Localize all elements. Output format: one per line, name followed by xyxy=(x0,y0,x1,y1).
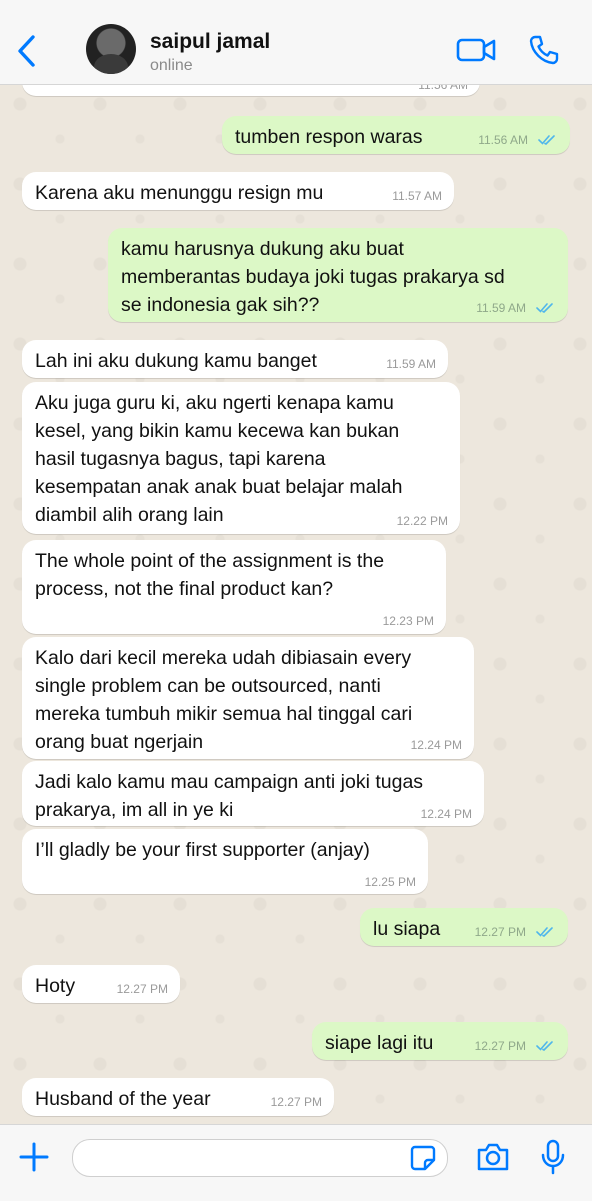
incoming-message-bubble[interactable]: I’ll gladly be your first supporter (anj… xyxy=(22,829,428,894)
camera-icon[interactable] xyxy=(476,1141,510,1173)
message-time: 11.56 AM xyxy=(418,84,468,92)
incoming-message-bubble[interactable]: Kalo dari kecil mereka udah dibiasain ev… xyxy=(22,637,474,759)
incoming-message-bubble[interactable]: Hoty 12.27 PM xyxy=(22,965,180,1003)
message-time: 11.56 AM xyxy=(478,133,528,147)
message-time: 12.27 PM xyxy=(474,925,526,939)
read-receipt-icon xyxy=(536,1041,553,1051)
contact-status: online xyxy=(150,57,193,74)
contact-name[interactable]: saipul jamal xyxy=(150,30,270,54)
read-receipt-icon xyxy=(536,303,553,313)
read-receipt-icon xyxy=(538,135,555,145)
message-list[interactable]: 11.56 AM tumben respon waras 11.56 AM Kare… xyxy=(0,84,592,1124)
message-time: 12.27 PM xyxy=(474,1039,526,1053)
message-text: Karena aku menunggu resign mu xyxy=(35,182,324,204)
read-receipt-icon xyxy=(536,927,553,937)
message-time: 12.25 PM xyxy=(364,875,416,889)
message-input[interactable] xyxy=(85,1140,409,1176)
outgoing-message-bubble[interactable]: lu siapa 12.27 PM xyxy=(360,908,568,946)
message-time: 12.24 PM xyxy=(410,738,462,752)
incoming-message-bubble[interactable]: The whole point of the assignment is the… xyxy=(22,540,446,634)
sticker-icon[interactable] xyxy=(410,1145,436,1171)
message-text: Husband of the year xyxy=(35,1088,211,1110)
message-time: 12.27 PM xyxy=(116,982,168,996)
outgoing-message-bubble[interactable]: kamu harusnya dukung aku buat memberanta… xyxy=(108,228,568,322)
message-time: 12.24 PM xyxy=(420,807,472,821)
attach-plus-icon[interactable] xyxy=(18,1141,50,1173)
message-text: kamu harusnya dukung aku buat memberanta… xyxy=(121,238,505,316)
message-text: The whole point of the assignment is the… xyxy=(35,550,385,600)
message-text: tumben respon waras xyxy=(235,126,423,148)
message-time: 12.27 PM xyxy=(270,1095,322,1109)
message-input-field[interactable] xyxy=(72,1139,448,1177)
composer-bar xyxy=(0,1124,592,1201)
message-text: Hoty xyxy=(35,975,76,997)
incoming-message-bubble[interactable]: Jadi kalo kamu mau campaign anti joki tu… xyxy=(22,761,484,826)
message-time: 12.22 PM xyxy=(396,514,448,528)
message-text: Lah ini aku dukung kamu banget xyxy=(35,350,317,372)
incoming-message-bubble[interactable]: Aku juga guru ki, aku ngerti kenapa kamu… xyxy=(22,382,460,534)
incoming-message-bubble[interactable]: Karena aku menunggu resign mu 11.57 AM xyxy=(22,172,454,210)
message-time: 11.57 AM xyxy=(392,189,442,203)
video-call-icon[interactable] xyxy=(456,36,496,64)
incoming-message-bubble[interactable]: Lah ini aku dukung kamu banget 11.59 AM xyxy=(22,340,448,378)
outgoing-message-bubble[interactable]: tumben respon waras 11.56 AM xyxy=(222,116,570,154)
message-text: lu siapa xyxy=(373,918,441,940)
message-text: Aku juga guru ki, aku ngerti kenapa kamu… xyxy=(35,392,403,526)
message-text: I’ll gladly be your first supporter (anj… xyxy=(35,839,370,861)
chat-header: saipul jamal online xyxy=(0,0,592,85)
partial-message-bubble[interactable]: 11.56 AM xyxy=(22,84,480,96)
message-text: Jadi kalo kamu mau campaign anti joki tu… xyxy=(35,771,424,821)
back-chevron-icon[interactable] xyxy=(14,34,40,68)
incoming-message-bubble[interactable]: Husband of the year 12.27 PM xyxy=(22,1078,334,1116)
microphone-icon[interactable] xyxy=(540,1139,566,1175)
outgoing-message-bubble[interactable]: siape lagi itu 12.27 PM xyxy=(312,1022,568,1060)
contact-avatar[interactable] xyxy=(86,24,136,74)
message-time: 11.59 AM xyxy=(386,357,436,371)
message-time: 12.23 PM xyxy=(382,614,434,628)
phone-call-icon[interactable] xyxy=(528,34,560,66)
message-text: Kalo dari kecil mereka udah dibiasain ev… xyxy=(35,647,413,753)
message-text: siape lagi itu xyxy=(325,1032,434,1054)
message-time: 11.59 AM xyxy=(476,301,526,315)
